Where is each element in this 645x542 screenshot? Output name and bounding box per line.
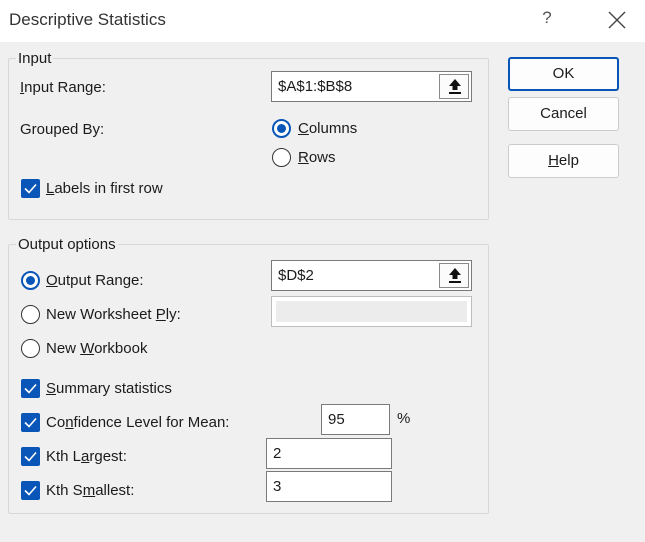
collapse-arrow-icon — [449, 79, 461, 94]
labels-first-row-label[interactable]: Labels in first row — [46, 180, 163, 197]
input-range-value: $A$1:$B$8 — [278, 78, 353, 95]
new-worksheet-field — [271, 296, 472, 327]
cancel-button[interactable]: Cancel — [508, 97, 619, 131]
help-button[interactable]: Help — [508, 144, 619, 178]
grouped-by-label: Grouped By: — [20, 121, 105, 138]
window-title: Descriptive Statistics — [9, 10, 166, 29]
confidence-level-field[interactable]: 95 — [321, 404, 390, 435]
confidence-level-checkbox[interactable] — [21, 413, 40, 432]
close-icon[interactable] — [606, 9, 628, 31]
kth-smallest-checkbox[interactable] — [21, 481, 40, 500]
kth-largest-value: 2 — [273, 445, 282, 462]
checkmark-icon — [24, 485, 37, 496]
confidence-unit: % — [397, 410, 411, 427]
checkmark-icon — [24, 383, 37, 394]
confidence-level-label[interactable]: Confidence Level for Mean: — [46, 414, 229, 431]
ok-button[interactable]: OK — [508, 57, 619, 91]
summary-statistics-label[interactable]: Summary statistics — [46, 380, 172, 397]
title-bar: Descriptive Statistics ? — [0, 0, 645, 42]
kth-smallest-field[interactable]: 3 — [266, 471, 392, 502]
input-range-field[interactable]: $A$1:$B$8 — [271, 71, 472, 102]
input-range-collapse-button[interactable] — [439, 74, 469, 99]
radio-columns[interactable] — [272, 119, 291, 138]
radio-new-worksheet[interactable] — [21, 305, 40, 324]
new-workbook-label[interactable]: New Workbook — [46, 340, 147, 357]
output-range-label[interactable]: Output Range: — [46, 272, 144, 289]
checkmark-icon — [24, 183, 37, 194]
radio-columns-label[interactable]: Columns — [298, 120, 357, 137]
kth-smallest-label[interactable]: Kth Smallest: — [46, 482, 134, 499]
labels-first-row-checkbox[interactable] — [21, 179, 40, 198]
input-range-label: Input Range: — [20, 79, 106, 96]
radio-output-range[interactable] — [21, 271, 40, 290]
checkmark-icon — [24, 417, 37, 428]
output-range-collapse-button[interactable] — [439, 263, 469, 288]
checkmark-icon — [24, 451, 37, 462]
radio-rows[interactable] — [272, 148, 291, 167]
confidence-level-value: 95 — [328, 411, 345, 428]
radio-rows-label[interactable]: Rows — [298, 149, 336, 166]
kth-largest-label[interactable]: Kth Largest: — [46, 448, 127, 465]
kth-smallest-value: 3 — [273, 478, 282, 495]
new-worksheet-label[interactable]: New Worksheet Ply: — [46, 306, 181, 323]
summary-statistics-checkbox[interactable] — [21, 379, 40, 398]
kth-largest-checkbox[interactable] — [21, 447, 40, 466]
output-options-title: Output options — [16, 236, 118, 253]
output-range-value: $D$2 — [278, 267, 314, 284]
radio-new-workbook[interactable] — [21, 339, 40, 358]
input-group-title: Input — [16, 50, 54, 67]
context-help-button[interactable]: ? — [537, 8, 557, 32]
kth-largest-field[interactable]: 2 — [266, 438, 392, 469]
collapse-arrow-icon — [449, 268, 461, 283]
output-range-field[interactable]: $D$2 — [271, 260, 472, 291]
